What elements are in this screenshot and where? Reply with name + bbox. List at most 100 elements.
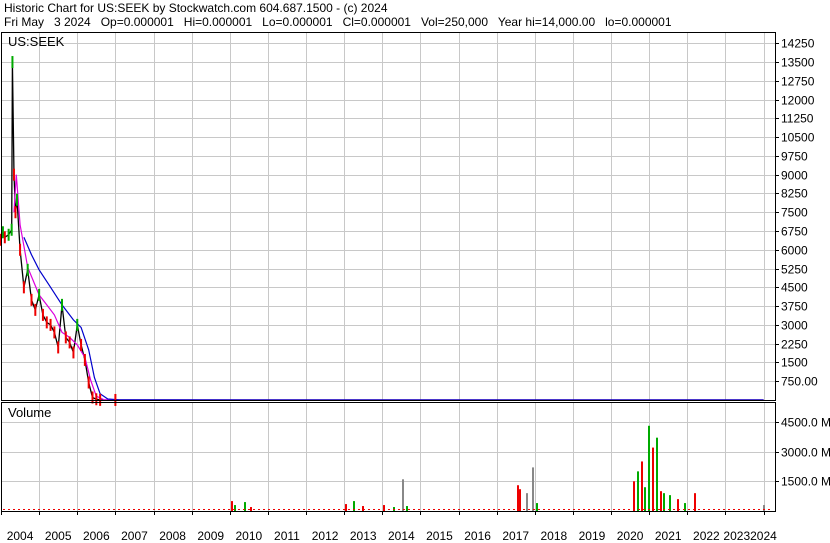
price-candle <box>99 393 102 406</box>
year-tick-label: 2016 <box>464 529 491 543</box>
year-tick-label: 2022 <box>693 529 720 543</box>
price-tick-label: 750.00 <box>781 375 818 389</box>
volume-bars <box>3 425 773 511</box>
price-candle <box>3 231 6 244</box>
volume-bar <box>633 481 635 511</box>
volume-bar <box>362 506 364 511</box>
price-tick-label: 6750 <box>781 225 808 239</box>
price-candle <box>61 298 64 311</box>
price-candle <box>91 391 94 404</box>
price-tick-label: 3000 <box>781 319 808 333</box>
year-gridlines <box>39 32 765 511</box>
volume-bar <box>641 461 643 511</box>
volume-bar <box>234 505 236 511</box>
price-candle <box>45 316 48 329</box>
price-candle <box>34 303 37 316</box>
volume-bar <box>763 505 765 511</box>
price-candle <box>41 308 44 321</box>
volume-bar <box>660 491 662 511</box>
volume-bar <box>637 471 639 511</box>
year-tick-label: 2004 <box>7 529 34 543</box>
year-axis: 2004 2005 2006 2007 2008 2009 2010 2011 2012 2013… <box>1 511 777 543</box>
year-tick-label: 2008 <box>159 529 186 543</box>
price-candle <box>87 376 90 389</box>
year-tick-label: 2017 <box>502 529 529 543</box>
volume-tick-label: 1500.0 M <box>781 475 830 489</box>
price-tick-label: 7500 <box>781 206 808 220</box>
price-tick-label: 9000 <box>781 169 808 183</box>
price-candle <box>16 193 19 206</box>
volume-bar <box>652 447 654 511</box>
volume-bar <box>519 489 521 511</box>
price-candle <box>114 393 117 406</box>
year-tick-label: 2007 <box>121 529 148 543</box>
volume-bar <box>250 507 252 511</box>
price-tick-label: 5250 <box>781 263 808 277</box>
price-candle <box>95 393 98 406</box>
year-tick-label: 2009 <box>197 529 224 543</box>
price-candle <box>10 223 13 236</box>
stock-chart: 14250 13500 12750 12000 11250 10500 9750 9000 82… <box>0 32 830 543</box>
price-candle <box>30 293 33 306</box>
year-tick-label: 2013 <box>350 529 377 543</box>
price-candle <box>80 338 83 351</box>
price-tick-label: 12000 <box>781 94 815 108</box>
volume-bar <box>532 467 534 511</box>
price-tick-label: 14250 <box>781 37 815 51</box>
price-candle <box>72 346 75 359</box>
price-tick-label: 2250 <box>781 338 808 352</box>
volume-bar <box>694 493 696 511</box>
price-axis: 14250 13500 12750 12000 11250 10500 9750 9000 82… <box>775 37 818 389</box>
volume-panel-label: Volume <box>8 405 51 420</box>
price-grid <box>1 43 775 382</box>
year-tick-label: 2020 <box>617 529 644 543</box>
price-candle <box>49 318 52 331</box>
year-tick-label: 2010 <box>235 529 262 543</box>
year-tick-label: 2019 <box>579 529 606 543</box>
volume-bar <box>663 493 665 511</box>
price-tick-label: 10500 <box>781 131 815 145</box>
price-candle <box>1 226 4 239</box>
price-candle <box>22 281 25 294</box>
volume-bar <box>406 506 408 511</box>
volume-tick-label: 4500.0 M <box>781 416 830 430</box>
price-candle <box>83 353 86 366</box>
price-tick-label: 3750 <box>781 300 808 314</box>
volume-tick-label: 3000.0 M <box>781 446 830 460</box>
price-candle <box>14 206 17 219</box>
volume-axis: 4500.0 M 3000.0 M 1500.0 M <box>775 416 830 489</box>
volume-bar <box>517 485 519 511</box>
year-tick-label: 2014 <box>388 529 415 543</box>
price-candle <box>38 288 41 301</box>
price-candle <box>11 56 14 69</box>
volume-bar <box>669 495 671 511</box>
price-tick-label: 4500 <box>781 281 808 295</box>
price-tick-label: 13500 <box>781 56 815 70</box>
volume-grid <box>1 422 775 482</box>
year-tick-label: 2011 <box>274 529 300 543</box>
year-tick-label: 2005 <box>45 529 72 543</box>
year-tick-label: 2012 <box>312 529 339 543</box>
year-tick-label: 2021 <box>655 529 682 543</box>
volume-bar <box>231 501 233 511</box>
price-candle <box>64 331 67 344</box>
volume-bar <box>383 505 385 511</box>
price-candle <box>26 263 29 276</box>
price-series-moving-average-slow <box>23 237 764 401</box>
price-tick-label: 12750 <box>781 75 815 89</box>
price-tick-label: 11250 <box>781 112 814 126</box>
volume-bar <box>656 437 658 511</box>
price-tick-label: 8250 <box>781 187 808 201</box>
volume-panel-frame <box>1 402 776 512</box>
price-candle <box>76 318 79 331</box>
year-tick-label: 2006 <box>83 529 110 543</box>
price-candle <box>12 168 15 181</box>
volume-bar <box>402 479 404 511</box>
volume-bar <box>345 504 347 511</box>
price-candle <box>19 243 22 256</box>
volume-bar <box>648 425 650 511</box>
price-candle <box>7 228 10 241</box>
year-tick-label: 20232024 <box>723 529 777 543</box>
price-tick-label: 6000 <box>781 244 808 258</box>
price-panel-frame <box>1 32 776 401</box>
